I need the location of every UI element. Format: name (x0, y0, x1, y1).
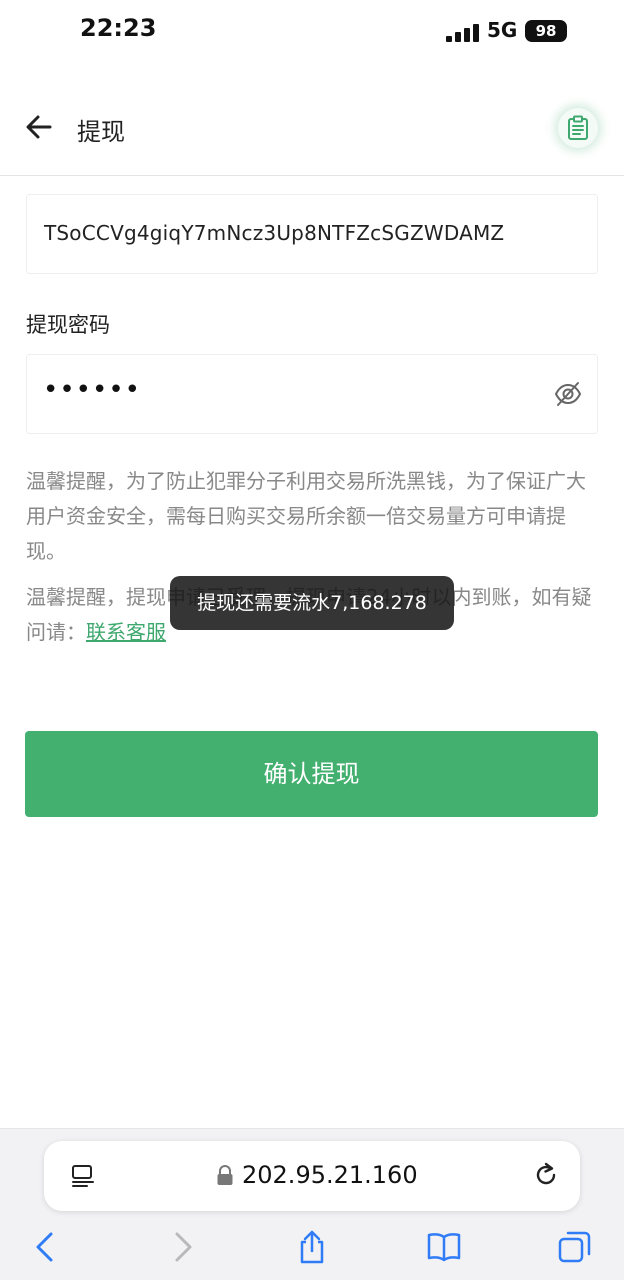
share-icon[interactable] (294, 1229, 330, 1265)
page-header: 提现 (0, 92, 624, 176)
status-bar: 22:23 5G 98 (0, 0, 624, 62)
password-label: 提现密码 (26, 313, 110, 337)
confirm-withdraw-button[interactable]: 确认提现 (25, 731, 598, 817)
password-value: •••••• (43, 375, 142, 405)
reminder-text: 温馨提醒，为了防止犯罪分子利用交易所洗黑钱，为了保证广大用户资金安全，需每日购买… (26, 469, 586, 563)
lock-icon (216, 1164, 234, 1186)
status-time: 22:23 (80, 14, 157, 42)
toast-message: 提现还需要流水7,168.278 (170, 576, 454, 630)
browser-toolbar: 202.95.21.160 (0, 1128, 624, 1280)
page-menu-icon[interactable] (70, 1163, 96, 1189)
password-field[interactable]: •••••• (26, 354, 598, 434)
browser-back-icon[interactable] (28, 1229, 64, 1265)
reload-icon[interactable] (532, 1161, 560, 1189)
records-button[interactable] (558, 108, 598, 148)
clipboard-icon (568, 115, 588, 140)
battery-icon: 98 (525, 20, 567, 42)
back-arrow-icon[interactable] (22, 110, 56, 144)
customer-service-link[interactable]: 联系客服 (86, 620, 166, 644)
browser-forward-icon[interactable] (164, 1229, 200, 1265)
eye-off-icon[interactable] (553, 379, 583, 409)
tabs-icon[interactable] (557, 1229, 593, 1265)
bookmarks-icon[interactable] (426, 1229, 462, 1265)
network-label: 5G (487, 18, 518, 42)
address-bar[interactable]: 202.95.21.160 (44, 1141, 580, 1211)
page-title: 提现 (77, 118, 125, 146)
url-text: 202.95.21.160 (242, 1161, 418, 1189)
wallet-address-value: TSoCCVg4giqY7mNcz3Up8NTFZcSGZWDAMZ (44, 221, 505, 245)
wallet-address-field[interactable]: TSoCCVg4giqY7mNcz3Up8NTFZcSGZWDAMZ (26, 194, 598, 274)
signal-icon (446, 22, 480, 42)
